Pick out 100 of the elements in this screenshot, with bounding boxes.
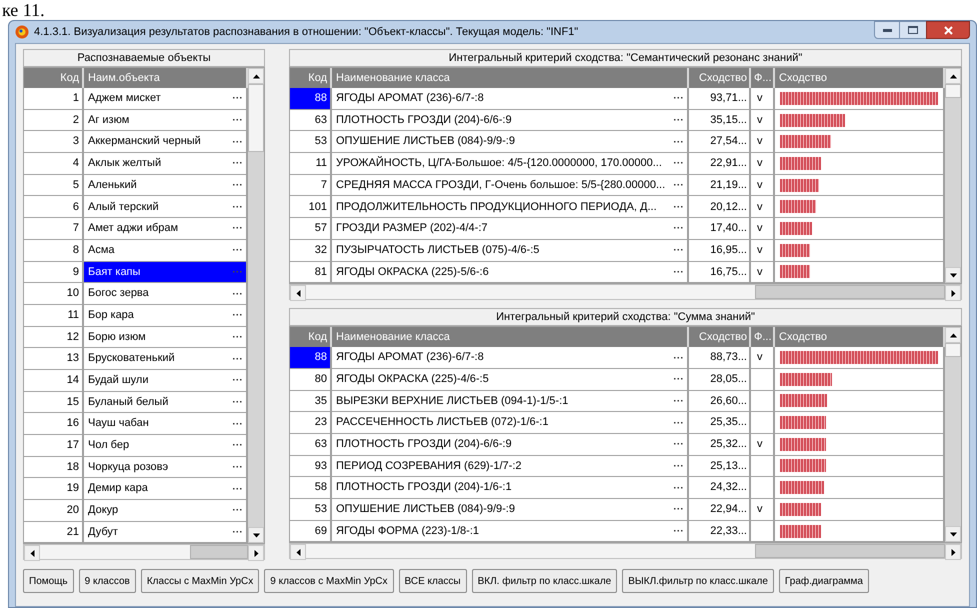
table-cell[interactable]: 63 — [290, 434, 332, 456]
scroll-thumb[interactable] — [945, 84, 961, 98]
scroll-left-button[interactable] — [24, 545, 40, 562]
table-cell[interactable]: 58 — [290, 477, 332, 499]
list-item[interactable]: Борю изюм — [84, 326, 248, 348]
scroll-thumb[interactable] — [190, 545, 248, 560]
list-item[interactable]: Аклык желтый — [84, 153, 248, 175]
toolbar-button[interactable]: ВСЕ классы — [398, 569, 467, 594]
column-header: Наименование класса — [332, 68, 689, 88]
minimize-button[interactable] — [874, 21, 900, 39]
table-cell: 20,12... — [689, 196, 751, 218]
scroll-thumb[interactable] — [755, 544, 945, 558]
table-cell[interactable]: 57 — [290, 218, 332, 240]
list-item[interactable]: Дубут — [84, 522, 248, 544]
table-cell: 7 — [24, 218, 84, 240]
table-cell[interactable]: 53 — [290, 131, 332, 154]
horizontal-scrollbar[interactable] — [23, 544, 265, 560]
toolbar-button[interactable]: Граф.диаграмма — [778, 569, 869, 594]
table-cell: v — [751, 196, 775, 218]
triangle-down-icon — [950, 272, 956, 279]
table-cell[interactable]: 69 — [290, 520, 332, 542]
scroll-up-button[interactable] — [945, 68, 961, 84]
table-cell[interactable]: 88 — [290, 347, 332, 369]
scroll-left-button[interactable] — [290, 544, 306, 560]
table-cell[interactable]: 53 — [290, 499, 332, 521]
more-icon — [674, 464, 683, 467]
table-cell[interactable]: 11 — [290, 153, 332, 175]
horizontal-scrollbar[interactable] — [289, 284, 962, 300]
list-item[interactable]: Богос зерва — [84, 283, 248, 305]
table-cell: 20 — [24, 500, 84, 522]
scroll-down-button[interactable] — [945, 267, 961, 284]
scroll-up-button[interactable] — [945, 327, 961, 344]
list-item[interactable]: Баят капы — [84, 262, 248, 284]
list-item[interactable]: Будай шули — [84, 370, 248, 392]
triangle-up-icon — [950, 332, 956, 339]
scroll-up-button[interactable] — [248, 68, 264, 84]
table-cell[interactable]: 7 — [290, 174, 332, 196]
table-cell: 2 — [24, 110, 84, 132]
table-cell[interactable]: 35 — [290, 390, 332, 412]
table-cell-text: ПЛОТНОСТЬ ГРОЗДИ (204)-1/6-:1 — [336, 480, 512, 496]
vertical-scrollbar[interactable] — [945, 327, 961, 542]
table-cell[interactable]: 23 — [290, 412, 332, 434]
list-item[interactable]: Чауш чабан — [84, 413, 248, 435]
table-cell[interactable]: 81 — [290, 262, 332, 284]
table-cell-text: ЯГОДЫ ФОРМА (223)-1/8-:1 — [336, 524, 479, 539]
scroll-thumb[interactable] — [755, 285, 945, 300]
list-item[interactable]: Аленький — [84, 174, 248, 196]
toolbar-button[interactable]: Помощь — [23, 569, 74, 594]
list-item[interactable]: Аг изюм — [84, 110, 248, 132]
table-cell-text: РАССЕЧЕННОСТЬ ЛИСТЬЕВ (072)-1/6-:1 — [336, 415, 548, 430]
table-cell-text: УРОЖАЙНОСТЬ, Ц/ГА-Большое: 4/5-{120.0000000, 170.00000... — [336, 155, 662, 172]
close-button[interactable] — [926, 21, 970, 39]
list-item[interactable]: Чоркуца розовэ — [84, 456, 248, 478]
horizontal-scrollbar[interactable] — [289, 543, 962, 560]
toolbar-button[interactable]: ВКЛ. фильтр по класс.шкале — [472, 569, 618, 594]
toolbar-button[interactable]: ВЫКЛ.фильтр по класс.шкале — [622, 569, 774, 594]
more-icon — [674, 140, 683, 143]
vertical-scrollbar[interactable] — [248, 68, 264, 544]
table-cell[interactable]: 93 — [290, 456, 332, 478]
table-cell[interactable]: 80 — [290, 368, 332, 391]
list-item[interactable]: Аккерманский черный — [84, 131, 248, 154]
list-item[interactable]: Аджем мискет — [84, 88, 248, 110]
list-item[interactable]: Бор кара — [84, 304, 248, 327]
table-cell: 6 — [24, 196, 84, 218]
scroll-right-button[interactable] — [248, 545, 264, 562]
table-cell-text: ПУЗЫРЧАТОСТЬ ЛИСТЬЕВ (075)-4/6-:5 — [336, 242, 540, 258]
more-icon — [233, 488, 242, 490]
scroll-right-button[interactable] — [945, 285, 961, 302]
table-cell[interactable]: 101 — [290, 196, 332, 218]
scroll-thumb[interactable] — [248, 84, 264, 152]
triangle-right-icon — [950, 548, 956, 556]
triangle-up-icon — [950, 72, 956, 80]
table-cell[interactable]: 32 — [290, 240, 332, 262]
toolbar-button[interactable]: Классы с MaxMin УрСх — [140, 569, 260, 594]
scroll-down-button[interactable] — [945, 526, 961, 542]
table-cell: 27,54... — [689, 131, 751, 154]
table-cell[interactable]: 63 — [290, 110, 332, 132]
list-item[interactable]: Асма — [84, 240, 248, 262]
maximize-button[interactable] — [900, 21, 926, 39]
table-cell: 18 — [24, 456, 84, 478]
list-item[interactable]: Амет аджи ибрам — [84, 218, 248, 240]
list-item[interactable]: Брусковатенький — [84, 348, 248, 370]
table-cell: 26,60... — [689, 390, 751, 412]
toolbar-button[interactable]: 9 классов с MaxMin УрСх — [264, 569, 394, 594]
vertical-scrollbar[interactable] — [945, 68, 961, 284]
toolbar-button[interactable]: 9 классов — [78, 569, 136, 594]
scroll-right-button[interactable] — [945, 544, 961, 560]
list-item[interactable]: Демир кара — [84, 478, 248, 500]
list-item[interactable]: Алый терский — [84, 196, 248, 218]
triangle-down-icon — [252, 532, 260, 539]
table-cell-text: ЯГОДЫ ОКРАСКА (225)-4/6-:5 — [336, 372, 489, 387]
column-header: Код — [290, 327, 332, 348]
list-item[interactable]: Чол бер — [84, 435, 248, 457]
scroll-left-button[interactable] — [290, 285, 306, 302]
table-cell[interactable]: 88 — [290, 88, 332, 110]
scroll-thumb[interactable] — [945, 343, 961, 358]
list-item[interactable]: Буланый белый — [84, 392, 248, 414]
list-item[interactable]: Докур — [84, 500, 248, 522]
scroll-down-button[interactable] — [248, 527, 264, 544]
more-icon — [674, 378, 683, 380]
